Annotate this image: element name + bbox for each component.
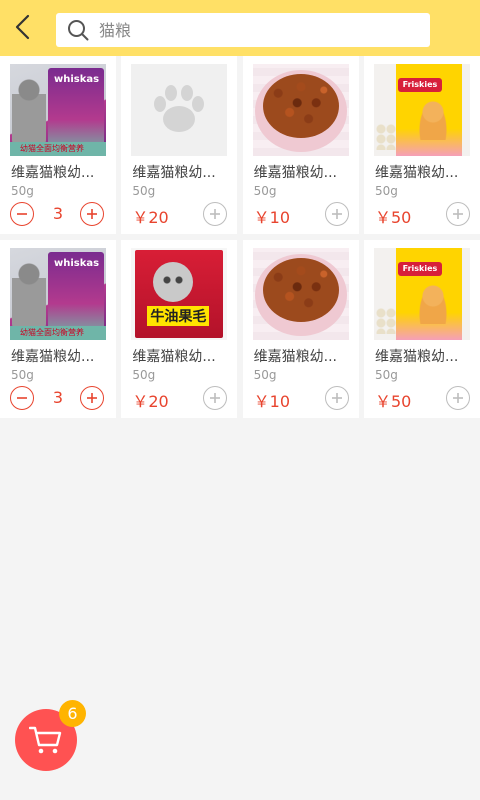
minus-icon <box>17 213 27 215</box>
product-image-bowl <box>252 64 349 156</box>
product-name: 维嘉猫粮幼... <box>253 349 338 365</box>
product-card[interactable]: Friskies 维嘉猫粮幼... 50g ￥50 <box>363 240 480 418</box>
brand-label: whiskas <box>54 74 100 85</box>
product-name: 维嘉猫粮幼... <box>253 165 338 181</box>
product-card[interactable]: Friskies 维嘉猫粮幼... 50g ￥50 <box>363 56 480 234</box>
add-to-cart-button[interactable] <box>324 202 349 226</box>
product-price: ￥20 <box>132 208 169 227</box>
product-weight: 50g <box>374 368 398 382</box>
product-name: 维嘉猫粮幼... <box>132 165 216 181</box>
brand-label: Friskies <box>397 78 442 92</box>
product-price: ￥50 <box>374 392 412 411</box>
minus-icon <box>17 397 27 399</box>
decoration-graphic <box>375 308 396 334</box>
add-to-cart-button[interactable] <box>445 386 470 410</box>
product-card[interactable]: 维嘉猫粮幼... 50g ￥10 <box>242 56 359 234</box>
search-bar[interactable] <box>56 13 430 47</box>
quantity-value: 3 <box>52 204 64 223</box>
product-weight: 50g <box>253 184 277 198</box>
product-name: 维嘉猫粮幼... <box>374 165 459 181</box>
product-price: ￥10 <box>253 392 291 411</box>
increase-button[interactable] <box>80 386 104 410</box>
kibble-graphic <box>262 74 339 138</box>
product-row: whiskas 幼猫全面均衡营养 维嘉猫粮幼... 50g 3 维嘉猫粮幼...… <box>0 56 480 234</box>
add-to-cart-button[interactable] <box>203 202 228 226</box>
bag-stripe-text: 幼猫全面均衡营养 <box>20 144 84 153</box>
brand-label: whiskas <box>54 258 100 269</box>
plus-icon <box>87 209 97 219</box>
search-input[interactable] <box>99 20 399 40</box>
product-weight: 50g <box>11 368 34 382</box>
product-card[interactable]: 维嘉猫粮幼... 50g ￥20 <box>121 56 238 234</box>
decrease-button[interactable] <box>10 202 34 226</box>
product-image-whiskas: whiskas 幼猫全面均衡营养 <box>10 64 106 156</box>
product-image-placeholder <box>131 64 228 156</box>
product-weight: 50g <box>132 368 156 382</box>
top-bar <box>0 0 480 56</box>
plus-icon <box>210 209 221 219</box>
product-card[interactable]: whiskas 幼猫全面均衡营养 维嘉猫粮幼... 50g 3 <box>0 240 116 418</box>
plus-icon <box>87 393 97 403</box>
brand-label: 牛油果毛 <box>147 306 210 326</box>
quantity-stepper: 3 <box>6 202 110 228</box>
product-row: whiskas 幼猫全面均衡营养 维嘉猫粮幼... 50g 3 牛油果毛 维嘉猫… <box>0 240 480 418</box>
back-button[interactable] <box>6 10 40 44</box>
product-weight: 50g <box>374 184 398 198</box>
search-icon <box>65 17 91 43</box>
cat-graphic <box>12 76 46 146</box>
decrease-button[interactable] <box>10 386 34 410</box>
plus-icon <box>452 393 463 403</box>
product-weight: 50g <box>11 184 34 198</box>
product-price: ￥20 <box>132 392 169 411</box>
decoration-graphic <box>375 124 396 150</box>
cat-graphic <box>12 260 46 330</box>
plus-icon <box>210 393 221 403</box>
product-card[interactable]: whiskas 幼猫全面均衡营养 维嘉猫粮幼... 50g 3 <box>0 56 116 234</box>
product-weight: 50g <box>253 368 277 382</box>
product-price: ￥10 <box>253 208 291 227</box>
kitten-graphic <box>417 284 448 324</box>
quantity-stepper: 3 <box>6 386 110 412</box>
product-card[interactable]: 牛油果毛 维嘉猫粮幼... 50g ￥20 <box>121 240 238 418</box>
plus-icon <box>452 209 463 219</box>
shopping-cart-icon <box>29 726 62 754</box>
product-image-friskies: Friskies <box>373 64 470 156</box>
quantity-value: 3 <box>52 388 64 407</box>
product-image-redbag: 牛油果毛 <box>131 248 228 340</box>
chevron-left-icon <box>15 14 30 40</box>
product-image-friskies: Friskies <box>373 248 470 340</box>
product-grid: whiskas 幼猫全面均衡营养 维嘉猫粮幼... 50g 3 维嘉猫粮幼...… <box>0 56 480 424</box>
paw-icon <box>154 85 205 132</box>
product-name: 维嘉猫粮幼... <box>132 349 216 365</box>
product-name: 维嘉猫粮幼... <box>374 349 459 365</box>
plus-icon <box>331 393 342 403</box>
product-name: 维嘉猫粮幼... <box>11 349 95 365</box>
product-weight: 50g <box>132 184 156 198</box>
add-to-cart-button[interactable] <box>203 386 228 410</box>
kitten-graphic <box>417 100 448 140</box>
add-to-cart-button[interactable] <box>324 386 349 410</box>
product-name: 维嘉猫粮幼... <box>11 165 95 181</box>
add-to-cart-button[interactable] <box>445 202 470 226</box>
product-card[interactable]: 维嘉猫粮幼... 50g ￥10 <box>242 240 359 418</box>
plus-icon <box>331 209 342 219</box>
kibble-graphic <box>262 258 339 322</box>
increase-button[interactable] <box>80 202 104 226</box>
product-image-bowl <box>252 248 349 340</box>
cart-count-badge: 6 <box>59 700 86 727</box>
product-image-whiskas: whiskas 幼猫全面均衡营养 <box>10 248 106 340</box>
product-price: ￥50 <box>374 208 412 227</box>
brand-label: Friskies <box>397 262 442 276</box>
bag-stripe-text: 幼猫全面均衡营养 <box>20 328 84 337</box>
